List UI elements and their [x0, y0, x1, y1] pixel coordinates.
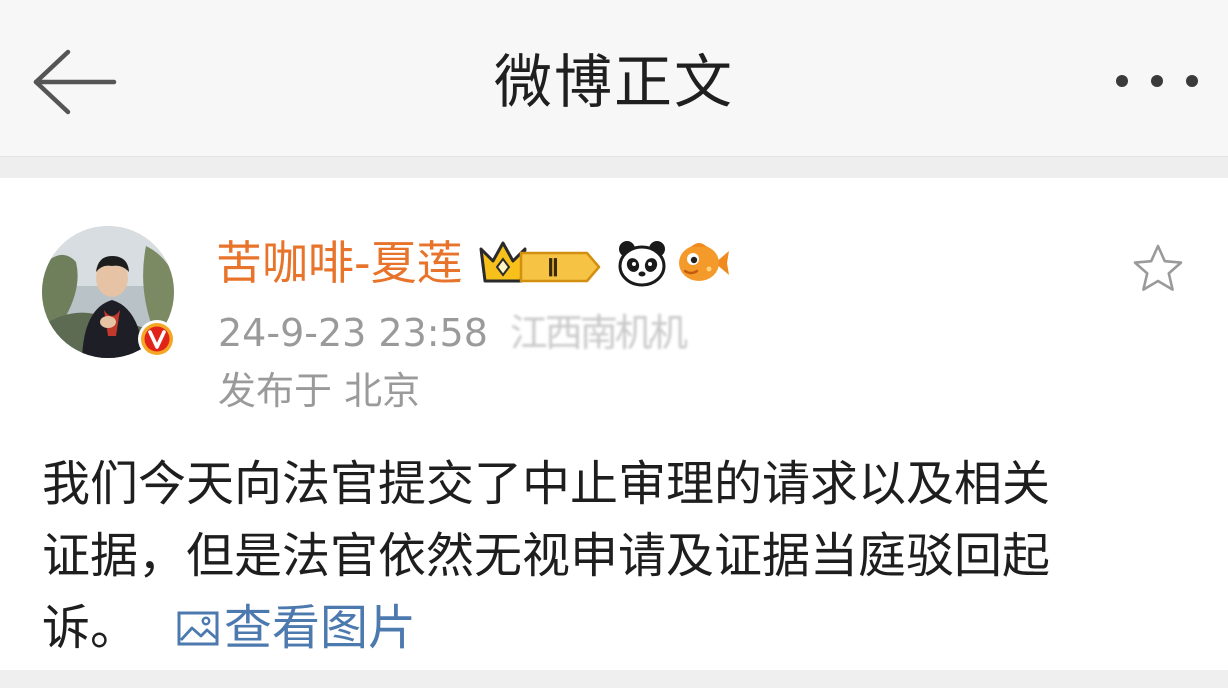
bottom-separator — [0, 670, 1228, 688]
post-content: 我们今天向法官提交了中止审理的请求以及相关 证据，但是法官依然无视申请及证据当庭… — [42, 448, 1202, 664]
post-location: 发布于 北京 — [218, 369, 421, 413]
fish-badge-icon — [678, 243, 729, 281]
panda-badge-icon — [618, 241, 666, 287]
view-image-link[interactable]: 查看图片 — [176, 592, 416, 664]
more-button[interactable] — [1114, 66, 1200, 96]
content-line-text: 诉。 — [42, 600, 139, 656]
top-nav-bar: 微博正文 — [0, 0, 1228, 156]
user-info-row: 苦咖啡-夏莲 Ⅱ — [216, 232, 731, 294]
header-separator — [0, 156, 1228, 178]
content-line-last: 诉。 查看图片 — [42, 592, 1202, 664]
page-title: 微博正文 — [493, 48, 734, 116]
svg-text:Ⅱ: Ⅱ — [547, 256, 559, 282]
weibo-post: 苦咖啡-夏莲 Ⅱ 24-9-23 23:58 江西南机机 发布于 北京 我们今天… — [0, 178, 1228, 670]
content-line: 证据，但是法官依然无视申请及证据当庭驳回起 — [42, 528, 1051, 584]
user-avatar[interactable] — [42, 226, 176, 358]
post-source: 江西南机机 — [509, 311, 688, 355]
favorite-star-icon[interactable] — [1128, 240, 1188, 300]
verified-badge-icon — [138, 320, 176, 358]
view-image-label: 查看图片 — [224, 600, 417, 656]
username[interactable]: 苦咖啡-夏莲 — [216, 232, 463, 294]
more-dots-icon — [1116, 75, 1198, 87]
post-meta-row: 24-9-23 23:58 江西南机机 — [218, 306, 688, 360]
crown-level-badge-icon: Ⅱ — [479, 241, 600, 283]
post-time: 24-9-23 23:58 — [218, 311, 488, 355]
content-line: 我们今天向法官提交了中止审理的请求以及相关 — [42, 456, 1051, 512]
image-icon — [177, 611, 219, 646]
